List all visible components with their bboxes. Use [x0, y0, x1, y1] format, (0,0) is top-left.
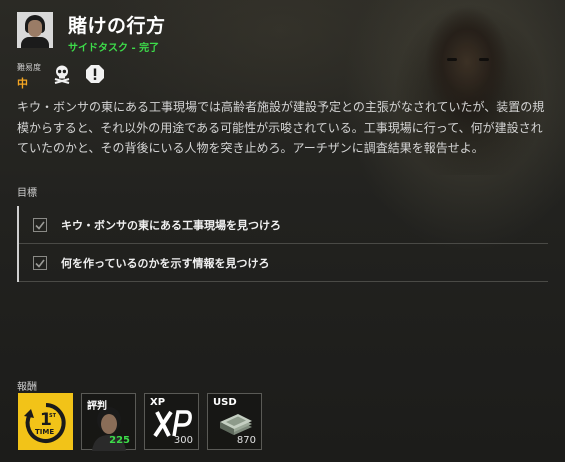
mission-status: サイドタスク - 完了 [68, 43, 160, 54]
objective-text: 何を作っているのかを示す情報を見つけろ [61, 257, 270, 270]
checkbox-checked-icon [33, 256, 47, 270]
mission-title: 賭けの行方 [68, 15, 166, 37]
reward-value: 225 [109, 435, 130, 446]
objective-item: 何を作っているのかを示す情報を見つけろ [17, 244, 548, 282]
title-block: 賭けの行方 サイドタスク - 完了 [68, 11, 166, 54]
skull-crossbones-icon [52, 64, 72, 84]
warning-exclamation-icon [85, 64, 105, 84]
reward-reputation[interactable]: 評判 225 [81, 393, 136, 451]
difficulty-label: 難易度 [17, 63, 41, 72]
first-time-icon: 1 ST TIME [24, 403, 66, 443]
checkbox-checked-icon [33, 218, 47, 232]
difficulty-value: 中 [17, 77, 28, 90]
mission-giver-avatar [17, 12, 53, 48]
objective-item: キウ・ボンサの東にある工事現場を見つけろ [17, 206, 548, 244]
objective-text: キウ・ボンサの東にある工事現場を見つけろ [61, 219, 281, 232]
mission-description: キウ・ボンサの東にある工事現場では高齢者施設が建設予定との主張がなされていたが、… [17, 100, 545, 155]
reward-value: 870 [236, 435, 256, 446]
rewards-label: 報酬 [17, 382, 37, 393]
reward-usd[interactable]: USD 870 [207, 393, 262, 450]
svg-text:ST: ST [49, 413, 57, 419]
reward-first-time[interactable]: 1 ST TIME [18, 393, 73, 450]
reward-value: 300 [173, 435, 193, 446]
reward-label: 評判 [87, 401, 107, 412]
difficulty: 難易度 中 [17, 62, 41, 91]
mission-tag-icons [52, 64, 105, 84]
reward-xp[interactable]: XP 300 [144, 393, 199, 450]
objectives-label: 目標 [17, 188, 37, 199]
divider [19, 281, 548, 282]
svg-text:TIME: TIME [35, 428, 54, 436]
mission-header: 賭けの行方 サイドタスク - 完了 [17, 12, 166, 54]
